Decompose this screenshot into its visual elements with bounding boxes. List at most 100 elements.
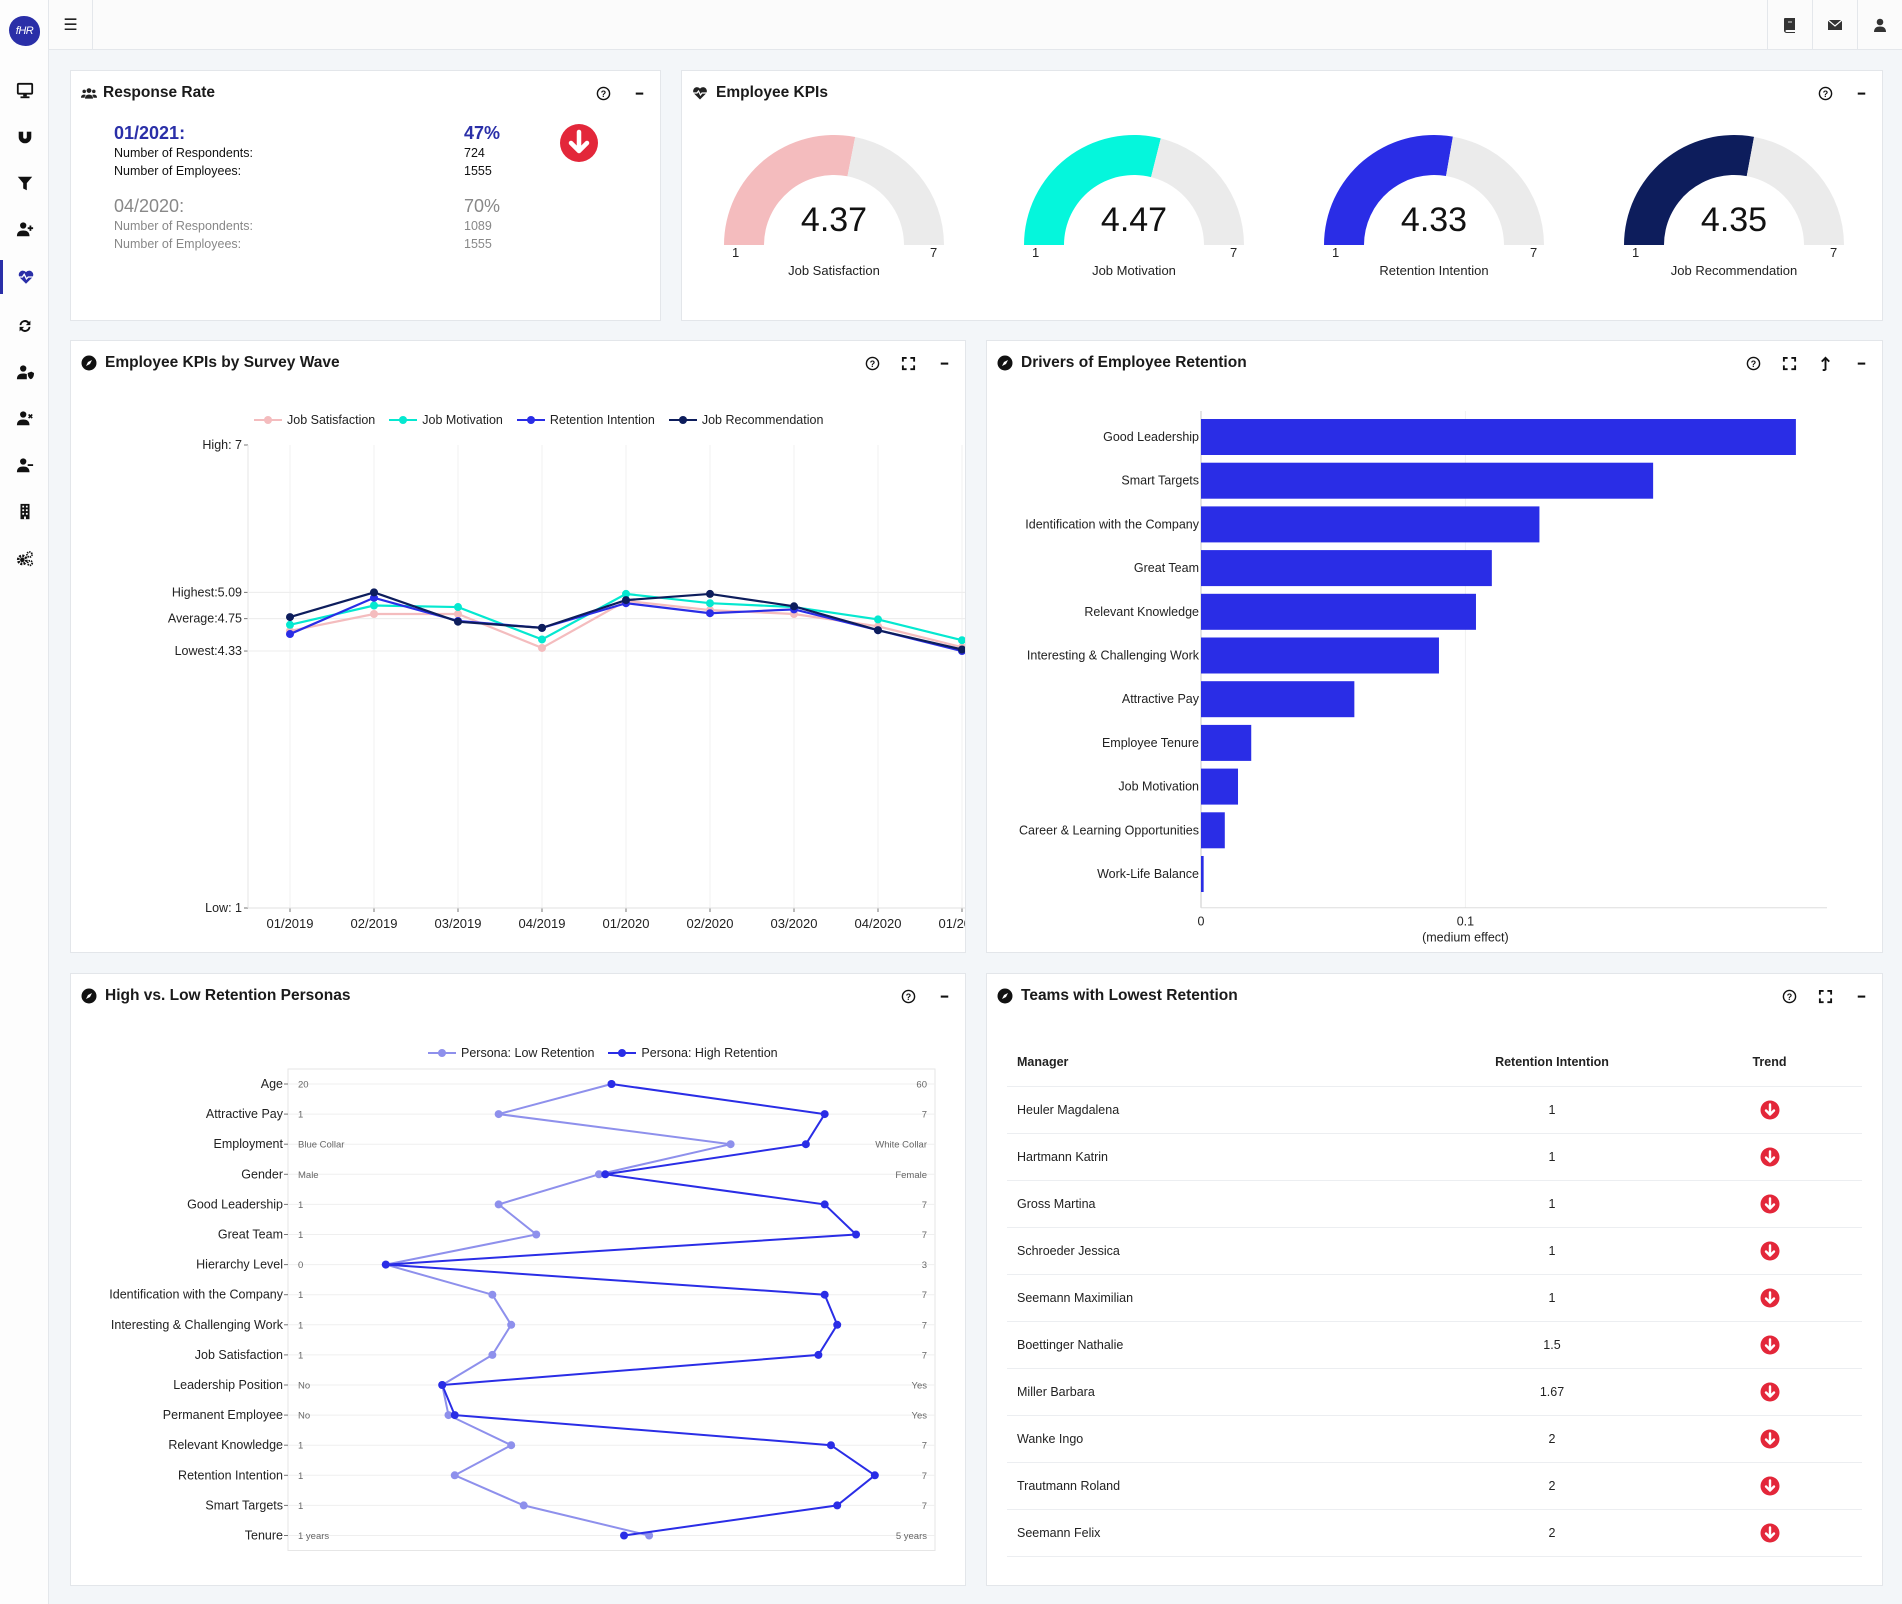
help-button[interactable]: ?	[1778, 985, 1800, 1007]
data-point[interactable]	[958, 636, 965, 645]
data-point[interactable]	[450, 1411, 459, 1420]
data-point[interactable]	[538, 635, 546, 644]
data-point[interactable]	[826, 1441, 835, 1450]
sidebar-item-settings[interactable]	[0, 542, 49, 576]
minimize-button[interactable]	[628, 82, 650, 104]
minimize-button[interactable]	[1850, 985, 1872, 1007]
data-point[interactable]	[726, 1140, 735, 1149]
data-point[interactable]	[507, 1441, 516, 1450]
table-row[interactable]: Trautmann Roland 2	[1007, 1462, 1862, 1510]
data-point[interactable]	[454, 617, 462, 626]
legend-item[interactable]: Persona: High Retention	[608, 1046, 778, 1060]
minimize-button[interactable]	[933, 985, 955, 1007]
data-point[interactable]	[488, 1290, 497, 1299]
bar[interactable]	[1201, 856, 1204, 892]
app-logo[interactable]: fHR	[9, 16, 40, 46]
sort-button[interactable]	[1814, 352, 1836, 374]
data-point[interactable]	[450, 1471, 459, 1480]
data-point[interactable]	[790, 602, 798, 611]
data-point[interactable]	[874, 626, 882, 635]
data-point[interactable]	[494, 1110, 503, 1119]
data-point[interactable]	[852, 1230, 861, 1239]
sidebar-item-user-shield[interactable]	[0, 356, 49, 390]
data-point[interactable]	[507, 1320, 516, 1329]
user-menu-button[interactable]	[1857, 0, 1902, 50]
data-point[interactable]	[538, 623, 546, 632]
data-point[interactable]	[833, 1320, 842, 1329]
bar[interactable]	[1201, 506, 1540, 543]
minimize-button[interactable]	[1850, 352, 1872, 374]
data-point[interactable]	[620, 1531, 629, 1540]
help-button[interactable]: ?	[861, 352, 883, 374]
data-point[interactable]	[874, 615, 882, 624]
table-row[interactable]: Heuler Magdalena 1	[1007, 1086, 1862, 1134]
sidebar-item-filter[interactable]	[0, 167, 49, 201]
data-point[interactable]	[607, 1080, 616, 1088]
minimize-button[interactable]	[1850, 82, 1872, 104]
bar[interactable]	[1201, 812, 1225, 849]
table-row[interactable]: Seemann Maximilian 1	[1007, 1274, 1862, 1322]
data-point[interactable]	[706, 609, 714, 618]
sidebar-item-recruiting[interactable]	[0, 213, 49, 247]
bar[interactable]	[1201, 637, 1439, 674]
data-point[interactable]	[538, 643, 546, 652]
sidebar-item-user-minus[interactable]	[0, 449, 49, 483]
data-point[interactable]	[381, 1260, 390, 1269]
table-row[interactable]: Miller Barbara 1.67	[1007, 1368, 1862, 1416]
sidebar-item-user-times[interactable]	[0, 402, 49, 436]
help-button[interactable]: ?	[1742, 352, 1764, 374]
data-point[interactable]	[438, 1381, 447, 1389]
fullscreen-button[interactable]	[1814, 985, 1836, 1007]
bar[interactable]	[1201, 724, 1252, 761]
data-point[interactable]	[706, 589, 714, 598]
table-row[interactable]: Boettinger Nathalie 1.5	[1007, 1321, 1862, 1369]
fullscreen-button[interactable]	[897, 352, 919, 374]
data-point[interactable]	[286, 630, 294, 639]
data-point[interactable]	[519, 1501, 528, 1510]
data-point[interactable]	[286, 620, 294, 629]
menu-toggle-button[interactable]: ☰	[49, 0, 93, 50]
bar[interactable]	[1201, 681, 1355, 718]
bar[interactable]	[1201, 462, 1654, 499]
help-button[interactable]: ?	[1814, 82, 1836, 104]
data-point[interactable]	[622, 596, 630, 605]
data-point[interactable]	[370, 609, 378, 618]
data-point[interactable]	[370, 588, 378, 597]
data-point[interactable]	[820, 1110, 829, 1119]
data-point[interactable]	[494, 1200, 503, 1209]
fullscreen-button[interactable]	[1778, 352, 1800, 374]
docs-button[interactable]	[1767, 0, 1812, 50]
table-row[interactable]: Wanke Ingo 2	[1007, 1415, 1862, 1463]
table-row[interactable]: Gross Martina 1	[1007, 1180, 1862, 1228]
data-point[interactable]	[814, 1350, 823, 1359]
data-point[interactable]	[870, 1471, 879, 1480]
sidebar-item-dashboard[interactable]	[0, 74, 49, 108]
data-point[interactable]	[801, 1140, 810, 1149]
sidebar-item-engagement[interactable]	[0, 260, 49, 294]
legend-item[interactable]: Persona: Low Retention	[428, 1046, 594, 1060]
sidebar-item-magnet[interactable]	[0, 120, 49, 154]
sidebar-item-sync[interactable]	[0, 309, 49, 343]
data-point[interactable]	[833, 1501, 842, 1510]
table-row[interactable]: Seemann Felix 2	[1007, 1509, 1862, 1557]
help-button[interactable]: ?	[897, 985, 919, 1007]
messages-button[interactable]	[1812, 0, 1857, 50]
data-point[interactable]	[820, 1290, 829, 1299]
table-row[interactable]: Hartmann Katrin 1	[1007, 1133, 1862, 1181]
bar[interactable]	[1201, 593, 1476, 630]
data-point[interactable]	[488, 1350, 497, 1359]
data-point[interactable]	[601, 1170, 610, 1179]
data-point[interactable]	[532, 1230, 541, 1239]
bar[interactable]	[1201, 768, 1239, 805]
column-header-trend[interactable]: Trend	[1677, 1038, 1862, 1087]
minimize-button[interactable]	[933, 352, 955, 374]
help-button[interactable]: ?	[592, 82, 614, 104]
sidebar-item-building[interactable]	[0, 495, 49, 529]
data-point[interactable]	[454, 603, 462, 612]
bar[interactable]	[1201, 550, 1492, 587]
data-point[interactable]	[820, 1200, 829, 1209]
column-header-manager[interactable]: Manager	[1007, 1038, 1427, 1087]
bar[interactable]	[1201, 419, 1796, 455]
data-point[interactable]	[286, 613, 294, 622]
data-point[interactable]	[706, 599, 714, 608]
